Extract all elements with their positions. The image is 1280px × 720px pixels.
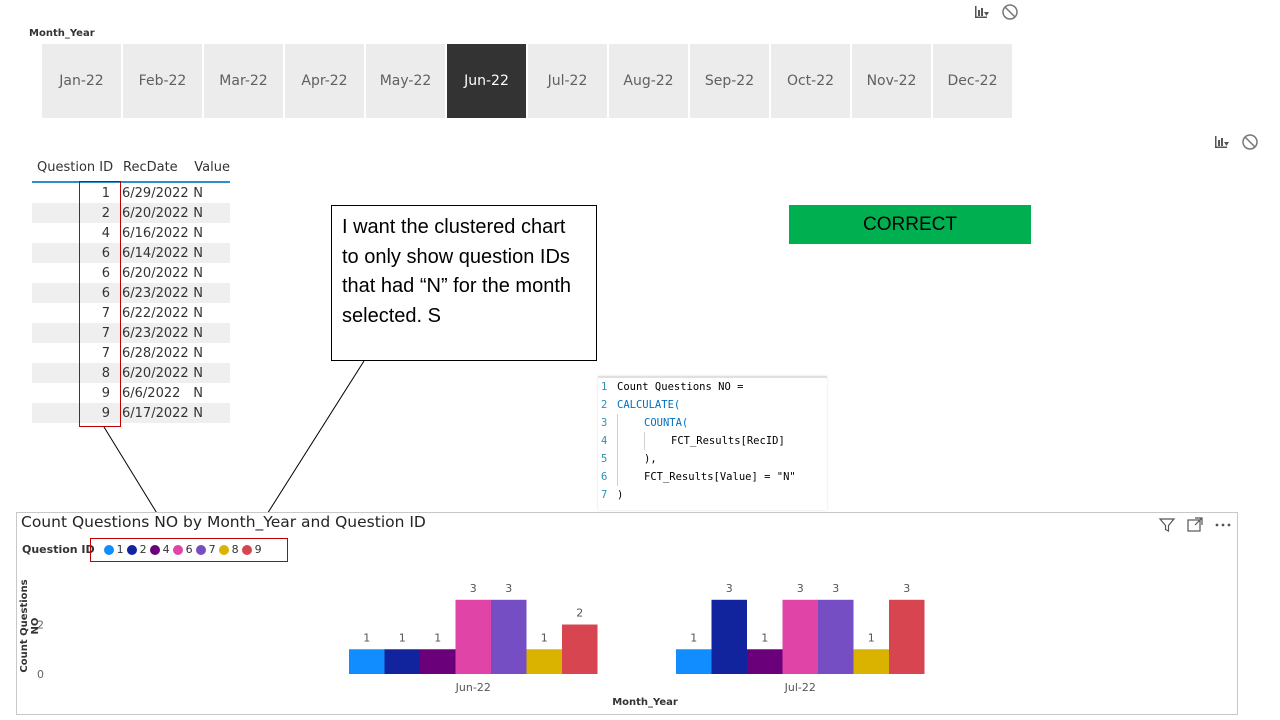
data-label: 1 <box>761 631 768 644</box>
bar[interactable] <box>384 649 421 674</box>
data-label: 3 <box>832 582 839 595</box>
data-label: 1 <box>434 631 441 644</box>
bar[interactable] <box>853 649 890 674</box>
data-label: 1 <box>399 631 406 644</box>
chart-plot: 0 2 1 1 1 3 3 1 2 Jun-22 1 3 1 3 3 1 3 Jul-22 <box>37 582 925 694</box>
bar[interactable] <box>491 599 527 674</box>
bar[interactable] <box>349 649 385 674</box>
data-label: 1 <box>868 631 875 644</box>
bar[interactable] <box>818 599 854 674</box>
data-label: 3 <box>726 582 733 595</box>
x-tick-label: Jun-22 <box>455 681 491 694</box>
data-label: 1 <box>690 631 697 644</box>
data-label: 1 <box>363 631 370 644</box>
bar[interactable] <box>711 599 748 674</box>
y-tick-label: 0 <box>37 668 44 681</box>
bar[interactable] <box>562 624 598 674</box>
data-label: 3 <box>903 582 910 595</box>
data-label: 1 <box>541 631 548 644</box>
y-tick-label: 2 <box>37 619 44 632</box>
data-label: 3 <box>470 582 477 595</box>
bar[interactable] <box>455 599 492 674</box>
bar[interactable] <box>676 649 712 674</box>
x-tick-label: Jul-22 <box>784 681 816 694</box>
bar[interactable] <box>420 649 456 674</box>
data-label: 3 <box>797 582 804 595</box>
bar[interactable] <box>889 599 925 674</box>
data-label: 3 <box>505 582 512 595</box>
data-label: 2 <box>576 607 583 620</box>
bar[interactable] <box>747 649 783 674</box>
bar[interactable] <box>782 599 819 674</box>
bar[interactable] <box>526 649 563 674</box>
